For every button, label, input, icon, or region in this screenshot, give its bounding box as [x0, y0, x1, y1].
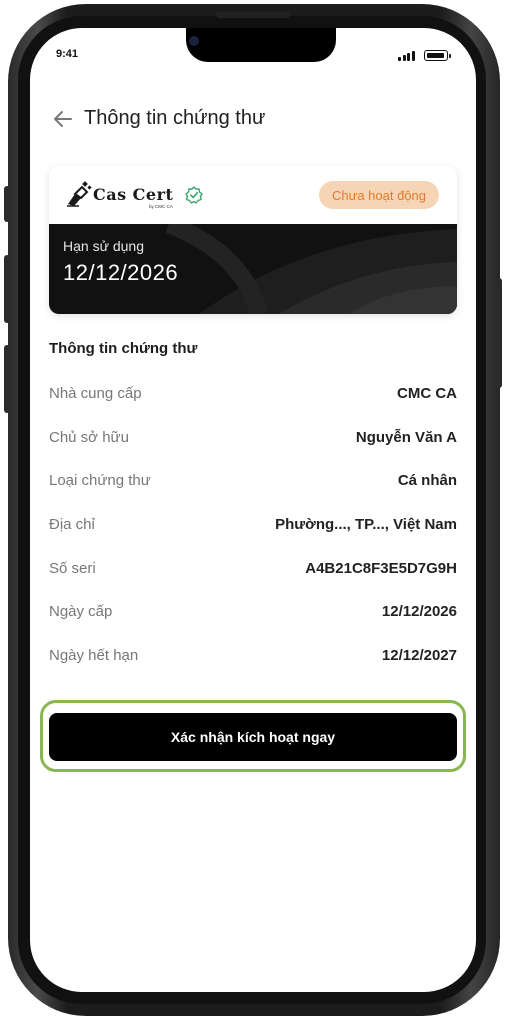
info-row-serial: Số seri A4B21C8F3E5D7G9H [49, 560, 457, 582]
info-row-value: Cá nhân [397, 472, 457, 489]
info-row-label: Số seri [49, 560, 96, 577]
status-time: 9:41 [56, 48, 79, 60]
activate-now-button[interactable]: Xác nhận kích hoạt ngay [49, 713, 457, 761]
pen-nib-icon [67, 181, 92, 207]
notch [186, 28, 336, 62]
certificate-card-header: Cas Cert by CMC CA Chưa hoạt động [49, 166, 457, 224]
info-row-label: Địa chỉ [49, 516, 95, 533]
speaker [216, 12, 290, 18]
cascert-logo: Cas Cert by CMC CA [65, 180, 177, 210]
volume-down-button [4, 345, 10, 413]
info-row-value: 12/12/2026 [381, 603, 457, 620]
mute-switch [4, 186, 10, 222]
status-badge: Chưa hoạt động [319, 181, 439, 209]
info-row-provider: Nhà cung cấp CMC CA [49, 385, 457, 407]
info-row-value: A4B21C8F3E5D7G9H [305, 560, 457, 577]
info-row-label: Loại chứng thư [49, 472, 151, 489]
front-camera [189, 36, 199, 46]
logo-text: Cas Cert [93, 185, 174, 204]
back-arrow-icon[interactable] [52, 108, 74, 130]
info-row-issue-date: Ngày cấp 12/12/2026 [49, 603, 457, 625]
info-row-label: Ngày hết hạn [49, 647, 139, 664]
signal-icon [398, 51, 416, 61]
page-title: Thông tin chứng thư [84, 107, 266, 129]
info-row-value: CMC CA [397, 385, 457, 402]
info-row-type: Loại chứng thư Cá nhân [49, 472, 457, 494]
certificate-card: Cas Cert by CMC CA Chưa hoạt động Hạn sử… [49, 166, 457, 314]
volume-up-button [4, 255, 10, 323]
expiry-date: 12/12/2026 [63, 260, 179, 285]
info-row-expiry-date: Ngày hết hạn 12/12/2027 [49, 647, 457, 669]
info-row-address: Địa chỉ Phường..., TP..., Việt Nam [49, 516, 457, 538]
certificate-card-body: Hạn sử dụng 12/12/2026 [49, 224, 457, 314]
verified-check-icon [185, 186, 203, 204]
info-row-label: Chủ sở hữu [49, 429, 129, 446]
battery-icon [424, 50, 451, 61]
info-row-value: Phường..., TP..., Việt Nam [275, 516, 457, 533]
info-row-value: Nguyễn Văn A [355, 429, 457, 446]
info-row-value: 12/12/2027 [381, 647, 457, 664]
power-button [496, 278, 502, 388]
info-row-owner: Chủ sở hữu Nguyễn Văn A [49, 429, 457, 451]
info-row-label: Nhà cung cấp [49, 385, 142, 402]
expiry-label: Hạn sử dụng [63, 238, 144, 254]
logo-subtext: by CMC CA [149, 204, 173, 209]
info-row-label: Ngày cấp [49, 603, 113, 620]
info-section-title: Thông tin chứng thư [49, 340, 198, 357]
